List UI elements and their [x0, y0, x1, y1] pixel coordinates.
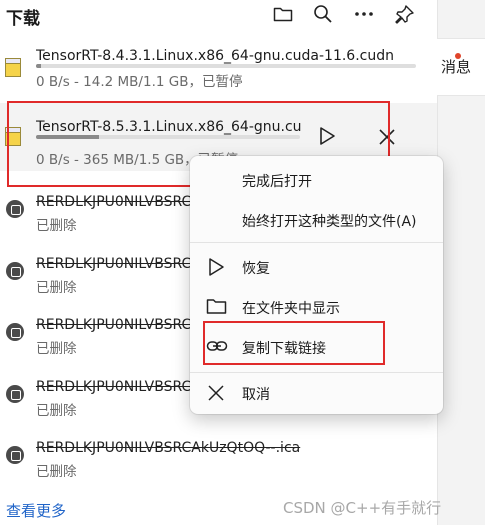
panel-title: 下载 — [6, 9, 40, 29]
download-filename[interactable]: TensorRT-8.4.3.1.Linux.x86_64-gnu.cuda-1… — [36, 48, 428, 64]
progress-fill — [36, 64, 41, 68]
download-filename[interactable]: RERDLKJPU0NILVBSRCAkUzQtOQ--.ica — [36, 440, 336, 456]
deleted-file-icon — [6, 200, 24, 218]
close-icon — [206, 383, 228, 403]
menu-item-cancel[interactable]: 取消 — [190, 374, 443, 412]
download-status: 已删除 — [36, 403, 77, 419]
menu-item-always-open[interactable]: 始终打开这种类型的文件(A) — [190, 201, 443, 239]
folder-icon — [206, 297, 228, 317]
download-item[interactable]: TensorRT-8.4.3.1.Linux.x86_64-gnu.cuda-1… — [0, 40, 437, 94]
download-filename[interactable]: RERDLKJPU0NILVBSRC — [36, 379, 190, 395]
downloads-header: 下载 — [0, 0, 437, 32]
menu-item-label: 取消 — [242, 387, 270, 403]
download-status: 已删除 — [36, 341, 77, 357]
context-menu: 完成后打开 始终打开这种类型的文件(A) 恢复 在文件夹中显示 复制下载链接 取… — [190, 156, 443, 414]
menu-item-label: 完成后打开 — [242, 174, 312, 190]
menu-item-resume[interactable]: 恢复 — [190, 248, 443, 286]
menu-item-open-when-done[interactable]: 完成后打开 — [190, 161, 443, 199]
menu-divider — [190, 372, 443, 373]
download-progress-bar — [36, 64, 416, 68]
deleted-file-icon — [6, 323, 24, 341]
deleted-file-icon — [6, 446, 24, 464]
download-status: 已删除 — [36, 280, 77, 296]
deleted-file-icon — [6, 262, 24, 280]
more-options-icon[interactable] — [353, 3, 375, 25]
menu-item-label: 始终打开这种类型的文件(A) — [242, 214, 417, 230]
see-more-link[interactable]: 查看更多 — [6, 500, 66, 521]
menu-item-label: 恢复 — [242, 261, 270, 277]
play-icon — [206, 257, 228, 277]
download-filename[interactable]: RERDLKJPU0NILVBSRC — [36, 194, 190, 210]
download-filename[interactable]: RERDLKJPU0NILVBSRC — [36, 256, 190, 272]
pin-icon[interactable] — [394, 3, 416, 25]
folder-icon[interactable] — [272, 3, 294, 25]
watermark: CSDN @C++有手就行 — [283, 499, 442, 517]
notification-dot — [455, 53, 461, 59]
archive-file-icon — [5, 58, 21, 77]
menu-divider — [190, 242, 443, 243]
deleted-download-item[interactable]: RERDLKJPU0NILVBSRCAkUzQtOQ--.ica 已删除 — [0, 432, 437, 486]
download-status: 0 B/s - 14.2 MB/1.1 GB，已暂停 — [36, 74, 243, 90]
download-status: 已删除 — [36, 218, 77, 234]
download-filename[interactable]: RERDLKJPU0NILVBSRC — [36, 317, 190, 333]
highlight-box — [203, 321, 385, 365]
menu-item-label: 在文件夹中显示 — [242, 301, 340, 317]
messages-label: 消息 — [441, 58, 472, 76]
download-status: 已删除 — [36, 464, 77, 480]
deleted-file-icon — [6, 385, 24, 403]
search-icon[interactable] — [312, 3, 334, 25]
